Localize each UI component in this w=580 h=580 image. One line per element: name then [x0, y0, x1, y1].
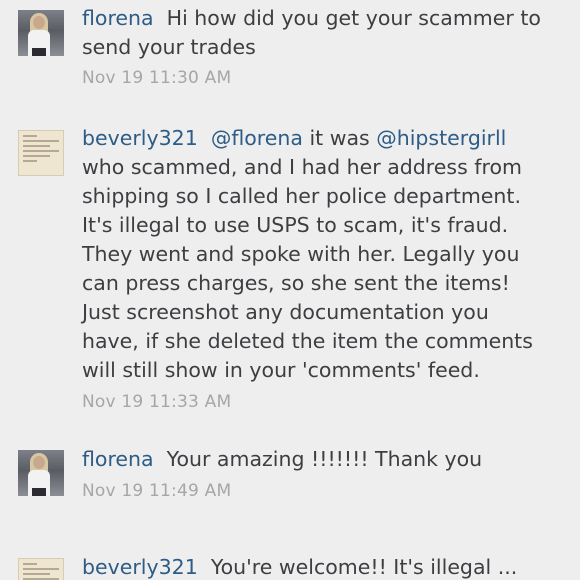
user-avatar[interactable] — [18, 130, 64, 176]
comment-body: it was — [302, 126, 377, 150]
avatar-doc-line — [23, 563, 38, 565]
user-avatar[interactable] — [18, 450, 64, 496]
username-link[interactable]: beverly321 — [82, 126, 198, 150]
mention-link[interactable]: @florena — [211, 126, 303, 150]
avatar-head — [33, 16, 45, 29]
comment-text: beverly321 @florena it was @hipstergirll… — [82, 124, 552, 385]
avatar-doc-line — [23, 150, 59, 152]
avatar-doc-line — [23, 135, 38, 137]
avatar-doc-line — [23, 160, 38, 162]
avatar-doc-line — [23, 573, 50, 575]
user-avatar[interactable] — [18, 558, 64, 580]
username-link[interactable]: florena — [82, 447, 154, 471]
comment-timestamp: Nov 19 11:49 AM — [82, 481, 232, 501]
comment-timestamp: Nov 19 11:33 AM — [82, 392, 232, 412]
comment-text: florena Your amazing !!!!!!! Thank you — [82, 445, 552, 474]
comment-body: You're welcome!! It's illegal ... — [210, 555, 518, 579]
mention-link[interactable]: @hipstergirll — [376, 126, 506, 150]
avatar-doc-line — [23, 155, 50, 157]
avatar-head — [33, 456, 45, 469]
comment-text: beverly321 You're welcome!! It's illegal… — [82, 553, 552, 580]
avatar-doc-line — [23, 140, 59, 142]
avatar-legs — [32, 48, 46, 56]
username-link[interactable]: florena — [82, 6, 154, 30]
avatar-legs — [32, 488, 46, 496]
username-link[interactable]: beverly321 — [82, 555, 198, 579]
comment-body: Your amazing !!!!!!! Thank you — [166, 447, 483, 471]
avatar-doc-line — [23, 568, 59, 570]
comment-timestamp: Nov 19 11:30 AM — [82, 68, 232, 88]
comment-text: florena Hi how did you get your scammer … — [82, 4, 552, 62]
user-avatar[interactable] — [18, 10, 64, 56]
comment-body: who scammed, and I had her address from … — [82, 155, 533, 382]
avatar-doc-line — [23, 145, 50, 147]
